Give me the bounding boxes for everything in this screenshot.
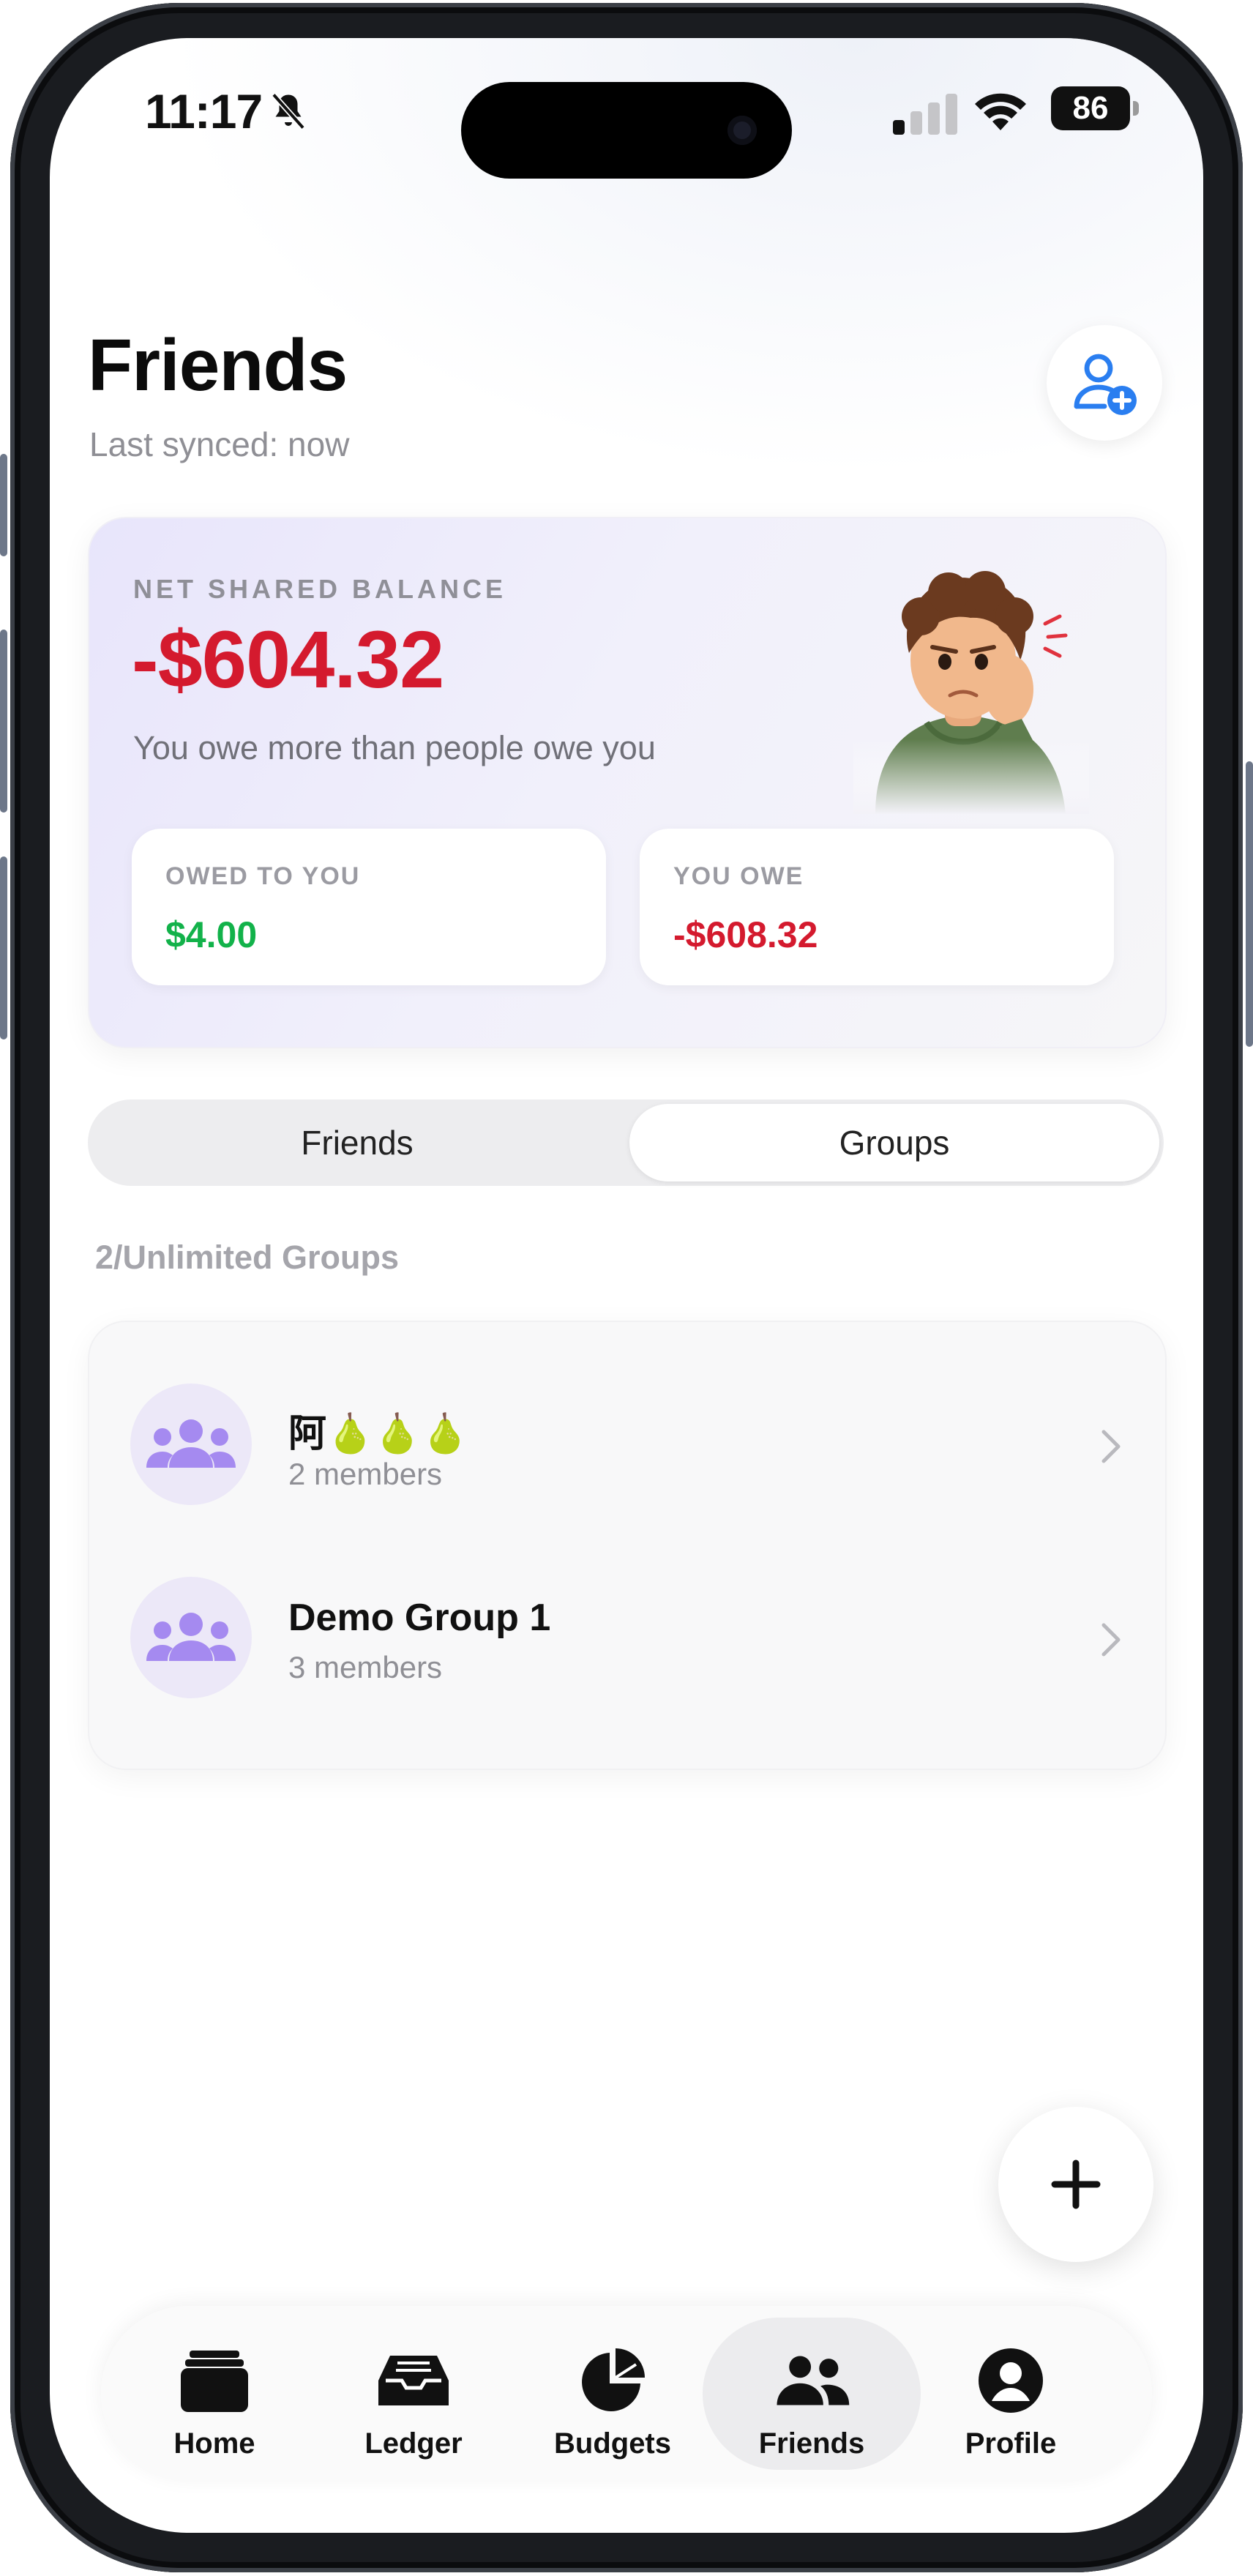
tab-home[interactable]: Home bbox=[105, 2318, 323, 2470]
bell-muted-icon bbox=[272, 93, 305, 130]
tab-label: Home bbox=[173, 2427, 255, 2460]
group-name: Demo Group 1 bbox=[288, 1597, 551, 1639]
plus-icon bbox=[1051, 2159, 1101, 2209]
owed-to-you-value: $4.00 bbox=[165, 914, 258, 955]
groups-list: 阿🍐🍐🍐 2 members Demo Group 1 3 members bbox=[88, 1321, 1167, 1770]
group-icon bbox=[146, 1419, 236, 1468]
chevron-right-icon bbox=[1101, 1623, 1121, 1657]
group-members: 2 members bbox=[288, 1457, 443, 1491]
phone-screen: 11:17 86 Friends Last synced: now NET SH… bbox=[50, 38, 1203, 2533]
volume-up-button bbox=[0, 630, 7, 813]
tab-profile[interactable]: Profile bbox=[902, 2318, 1120, 2470]
dynamic-island bbox=[461, 82, 792, 179]
net-balance-label: NET SHARED BALANCE bbox=[133, 574, 507, 604]
groups-count-label: 2/Unlimited Groups bbox=[95, 1239, 400, 1276]
action-button bbox=[0, 454, 7, 556]
tab-label: Ledger bbox=[364, 2427, 463, 2460]
last-synced-text: Last synced: now bbox=[89, 425, 350, 463]
bottom-tab-bar: Home Ledger Budgets Friends Profile bbox=[101, 2306, 1152, 2480]
inbox-tray-icon bbox=[373, 2344, 454, 2417]
add-button[interactable] bbox=[998, 2107, 1153, 2262]
net-balance-card: NET SHARED BALANCE -$604.32 You owe more… bbox=[88, 517, 1167, 1048]
tab-budgets[interactable]: Budgets bbox=[504, 2318, 722, 2470]
add-person-icon bbox=[1074, 354, 1137, 415]
tab-label: Profile bbox=[965, 2427, 1057, 2460]
segment-groups[interactable]: Groups bbox=[629, 1104, 1159, 1181]
group-avatar bbox=[130, 1577, 252, 1698]
group-name: 阿🍐🍐🍐 bbox=[288, 1413, 469, 1455]
tab-friends[interactable]: Friends bbox=[703, 2318, 921, 2470]
folder-icon bbox=[174, 2344, 255, 2417]
battery-tip bbox=[1133, 101, 1139, 116]
tab-label: Budgets bbox=[554, 2427, 671, 2460]
tab-label: Friends bbox=[758, 2427, 865, 2460]
group-members: 3 members bbox=[288, 1650, 443, 1684]
people-icon bbox=[771, 2344, 852, 2417]
pie-chart-icon bbox=[572, 2344, 653, 2417]
signal-icon bbox=[893, 94, 957, 135]
volume-down-button bbox=[0, 856, 7, 1039]
chevron-right-icon bbox=[1101, 1430, 1121, 1463]
tab-ledger[interactable]: Ledger bbox=[304, 2318, 523, 2470]
net-balance-amount: -$604.32 bbox=[132, 615, 444, 705]
status-time: 11:17 bbox=[145, 84, 263, 138]
owed-to-you-card: OWED TO YOU $4.00 bbox=[132, 829, 606, 985]
you-owe-value: -$608.32 bbox=[673, 914, 818, 955]
net-balance-description: You owe more than people owe you bbox=[133, 729, 656, 766]
you-owe-card: YOU OWE -$608.32 bbox=[640, 829, 1114, 985]
segment-friends[interactable]: Friends bbox=[92, 1104, 622, 1181]
person-circle-icon bbox=[970, 2344, 1051, 2417]
group-row[interactable]: Demo Group 1 3 members bbox=[89, 1540, 1165, 1733]
add-friend-button[interactable] bbox=[1047, 325, 1162, 441]
power-button bbox=[1246, 761, 1253, 1047]
owed-to-you-label: OWED TO YOU bbox=[165, 862, 361, 890]
group-icon bbox=[146, 1613, 236, 1661]
worried-person-illustration bbox=[853, 565, 1089, 814]
battery-level: 86 bbox=[1051, 86, 1130, 130]
friends-groups-segmented-control: Friends Groups bbox=[88, 1100, 1164, 1186]
wifi-icon bbox=[975, 93, 1026, 130]
group-avatar bbox=[130, 1384, 252, 1505]
group-row[interactable]: 阿🍐🍐🍐 2 members bbox=[89, 1347, 1165, 1540]
battery-icon: 86 bbox=[1051, 86, 1142, 130]
camera-icon bbox=[728, 116, 757, 145]
page-title: Friends bbox=[88, 324, 348, 406]
you-owe-label: YOU OWE bbox=[673, 862, 804, 890]
